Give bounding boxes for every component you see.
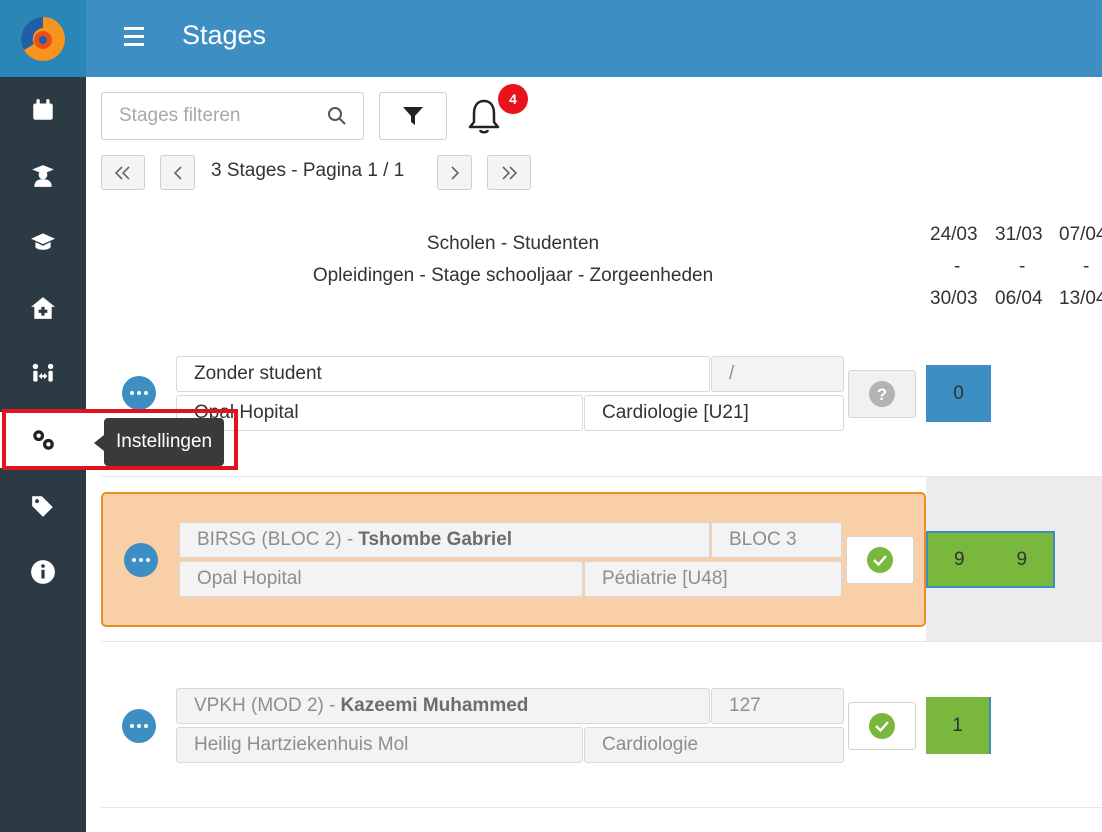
institution-cell: Opal Hopital <box>179 561 583 597</box>
column-header-line2: Opleidingen - Stage schooljaar - Zorgeen… <box>312 265 714 286</box>
week-end: 13/04 <box>1059 288 1102 309</box>
school-student-cell: VPKH (MOD 2) - Kazeemi Muhammed <box>176 688 710 724</box>
last-page-button[interactable] <box>487 155 531 190</box>
week-end: 06/04 <box>995 288 1043 309</box>
group-cell: BLOC 3 <box>711 522 842 558</box>
week-sep: - <box>954 256 961 277</box>
unit-cell: Pédiatrie [U48] <box>584 561 842 597</box>
week-value: 9 <box>1016 548 1028 570</box>
double-chevron-left-icon <box>114 165 130 180</box>
notification-bell-icon[interactable] <box>466 97 502 135</box>
week-end: 30/03 <box>930 288 978 309</box>
search-icon[interactable] <box>327 106 347 126</box>
week-value: 9 <box>953 548 965 570</box>
search-box <box>101 92 364 140</box>
row-actions-button[interactable] <box>122 709 156 743</box>
chevron-left-icon <box>173 165 182 180</box>
settings-tooltip: Instellingen <box>93 418 225 466</box>
week-start: 31/03 <box>995 224 1043 245</box>
app-root: Stages 4 3 Stages - Pagina 1 / 1 Scholen… <box>0 0 1102 832</box>
calendar-icon <box>33 99 53 120</box>
first-page-button[interactable] <box>101 155 145 190</box>
school-student-cell: Zonder student <box>176 356 710 392</box>
selected-row[interactable] <box>101 492 926 627</box>
unit-cell: Cardiologie [U21] <box>584 395 844 431</box>
svg-text:?: ? <box>877 385 887 404</box>
week-value-box[interactable]: 0 <box>926 365 991 422</box>
check-circle-icon <box>867 547 893 573</box>
unit-cell: Cardiologie <box>584 727 844 763</box>
chevron-right-icon <box>450 165 459 180</box>
week-start: 24/03 <box>930 224 978 245</box>
row-divider <box>101 641 1102 642</box>
menu-toggle-icon[interactable] <box>124 27 144 47</box>
school-student-cell: BIRSG (BLOC 2) - Tshombe Gabriel <box>179 522 710 558</box>
status-unknown-button[interactable]: ? <box>848 370 916 418</box>
sidebar-item-students[interactable] <box>0 148 86 204</box>
search-input[interactable] <box>102 93 322 139</box>
tags-icon <box>32 496 53 517</box>
top-bar: Stages <box>86 0 1102 77</box>
row-actions-button[interactable] <box>122 376 156 410</box>
sidebar-item-care-units[interactable] <box>0 280 86 336</box>
page-title: Stages <box>182 20 267 50</box>
filter-icon <box>403 107 423 125</box>
week-value-box[interactable]: 1 <box>926 697 991 754</box>
week-start: 07/04 <box>1059 224 1102 245</box>
week-sep: - <box>1019 256 1026 277</box>
group-cell: / <box>711 356 844 392</box>
prev-page-button[interactable] <box>160 155 195 190</box>
sidebar-item-educations[interactable] <box>0 214 86 270</box>
week-value-box[interactable]: 9 9 <box>926 531 1055 588</box>
week-column-2: 07/04 - 13/04 <box>1059 219 1102 315</box>
row-divider <box>101 807 1102 808</box>
student-icon <box>32 165 54 187</box>
app-logo[interactable] <box>0 0 86 77</box>
week-sep: - <box>1083 256 1090 277</box>
info-icon <box>31 560 55 584</box>
institution-cell: Heilig Hartziekenhuis Mol <box>176 727 583 763</box>
sidebar-item-tags[interactable] <box>0 478 86 534</box>
sidebar-item-people[interactable] <box>0 346 86 402</box>
sidebar-item-info[interactable] <box>0 544 86 600</box>
week-column-1: 31/03 - 06/04 <box>995 219 1065 315</box>
pager-status: 3 Stages - Pagina 1 / 1 <box>211 160 405 181</box>
next-page-button[interactable] <box>437 155 472 190</box>
column-header-line1: Scholen - Studenten <box>426 233 600 254</box>
question-circle-icon: ? <box>869 381 895 407</box>
group-cell: 127 <box>711 688 844 724</box>
status-ok-button[interactable] <box>848 702 916 750</box>
graduation-cap-icon <box>31 233 55 250</box>
logo-icon <box>21 16 65 61</box>
check-circle-icon <box>869 713 895 739</box>
double-chevron-right-icon <box>502 165 518 180</box>
house-medical-icon <box>31 297 55 319</box>
notification-count-badge: 4 <box>498 84 528 114</box>
sidebar-item-calendar[interactable] <box>0 82 86 138</box>
row-actions-button[interactable] <box>124 543 158 577</box>
week-column-0: 24/03 - 30/03 <box>930 219 1000 315</box>
filter-button[interactable] <box>379 92 447 140</box>
status-ok-button[interactable] <box>846 536 914 584</box>
people-arrows-icon <box>32 363 54 382</box>
